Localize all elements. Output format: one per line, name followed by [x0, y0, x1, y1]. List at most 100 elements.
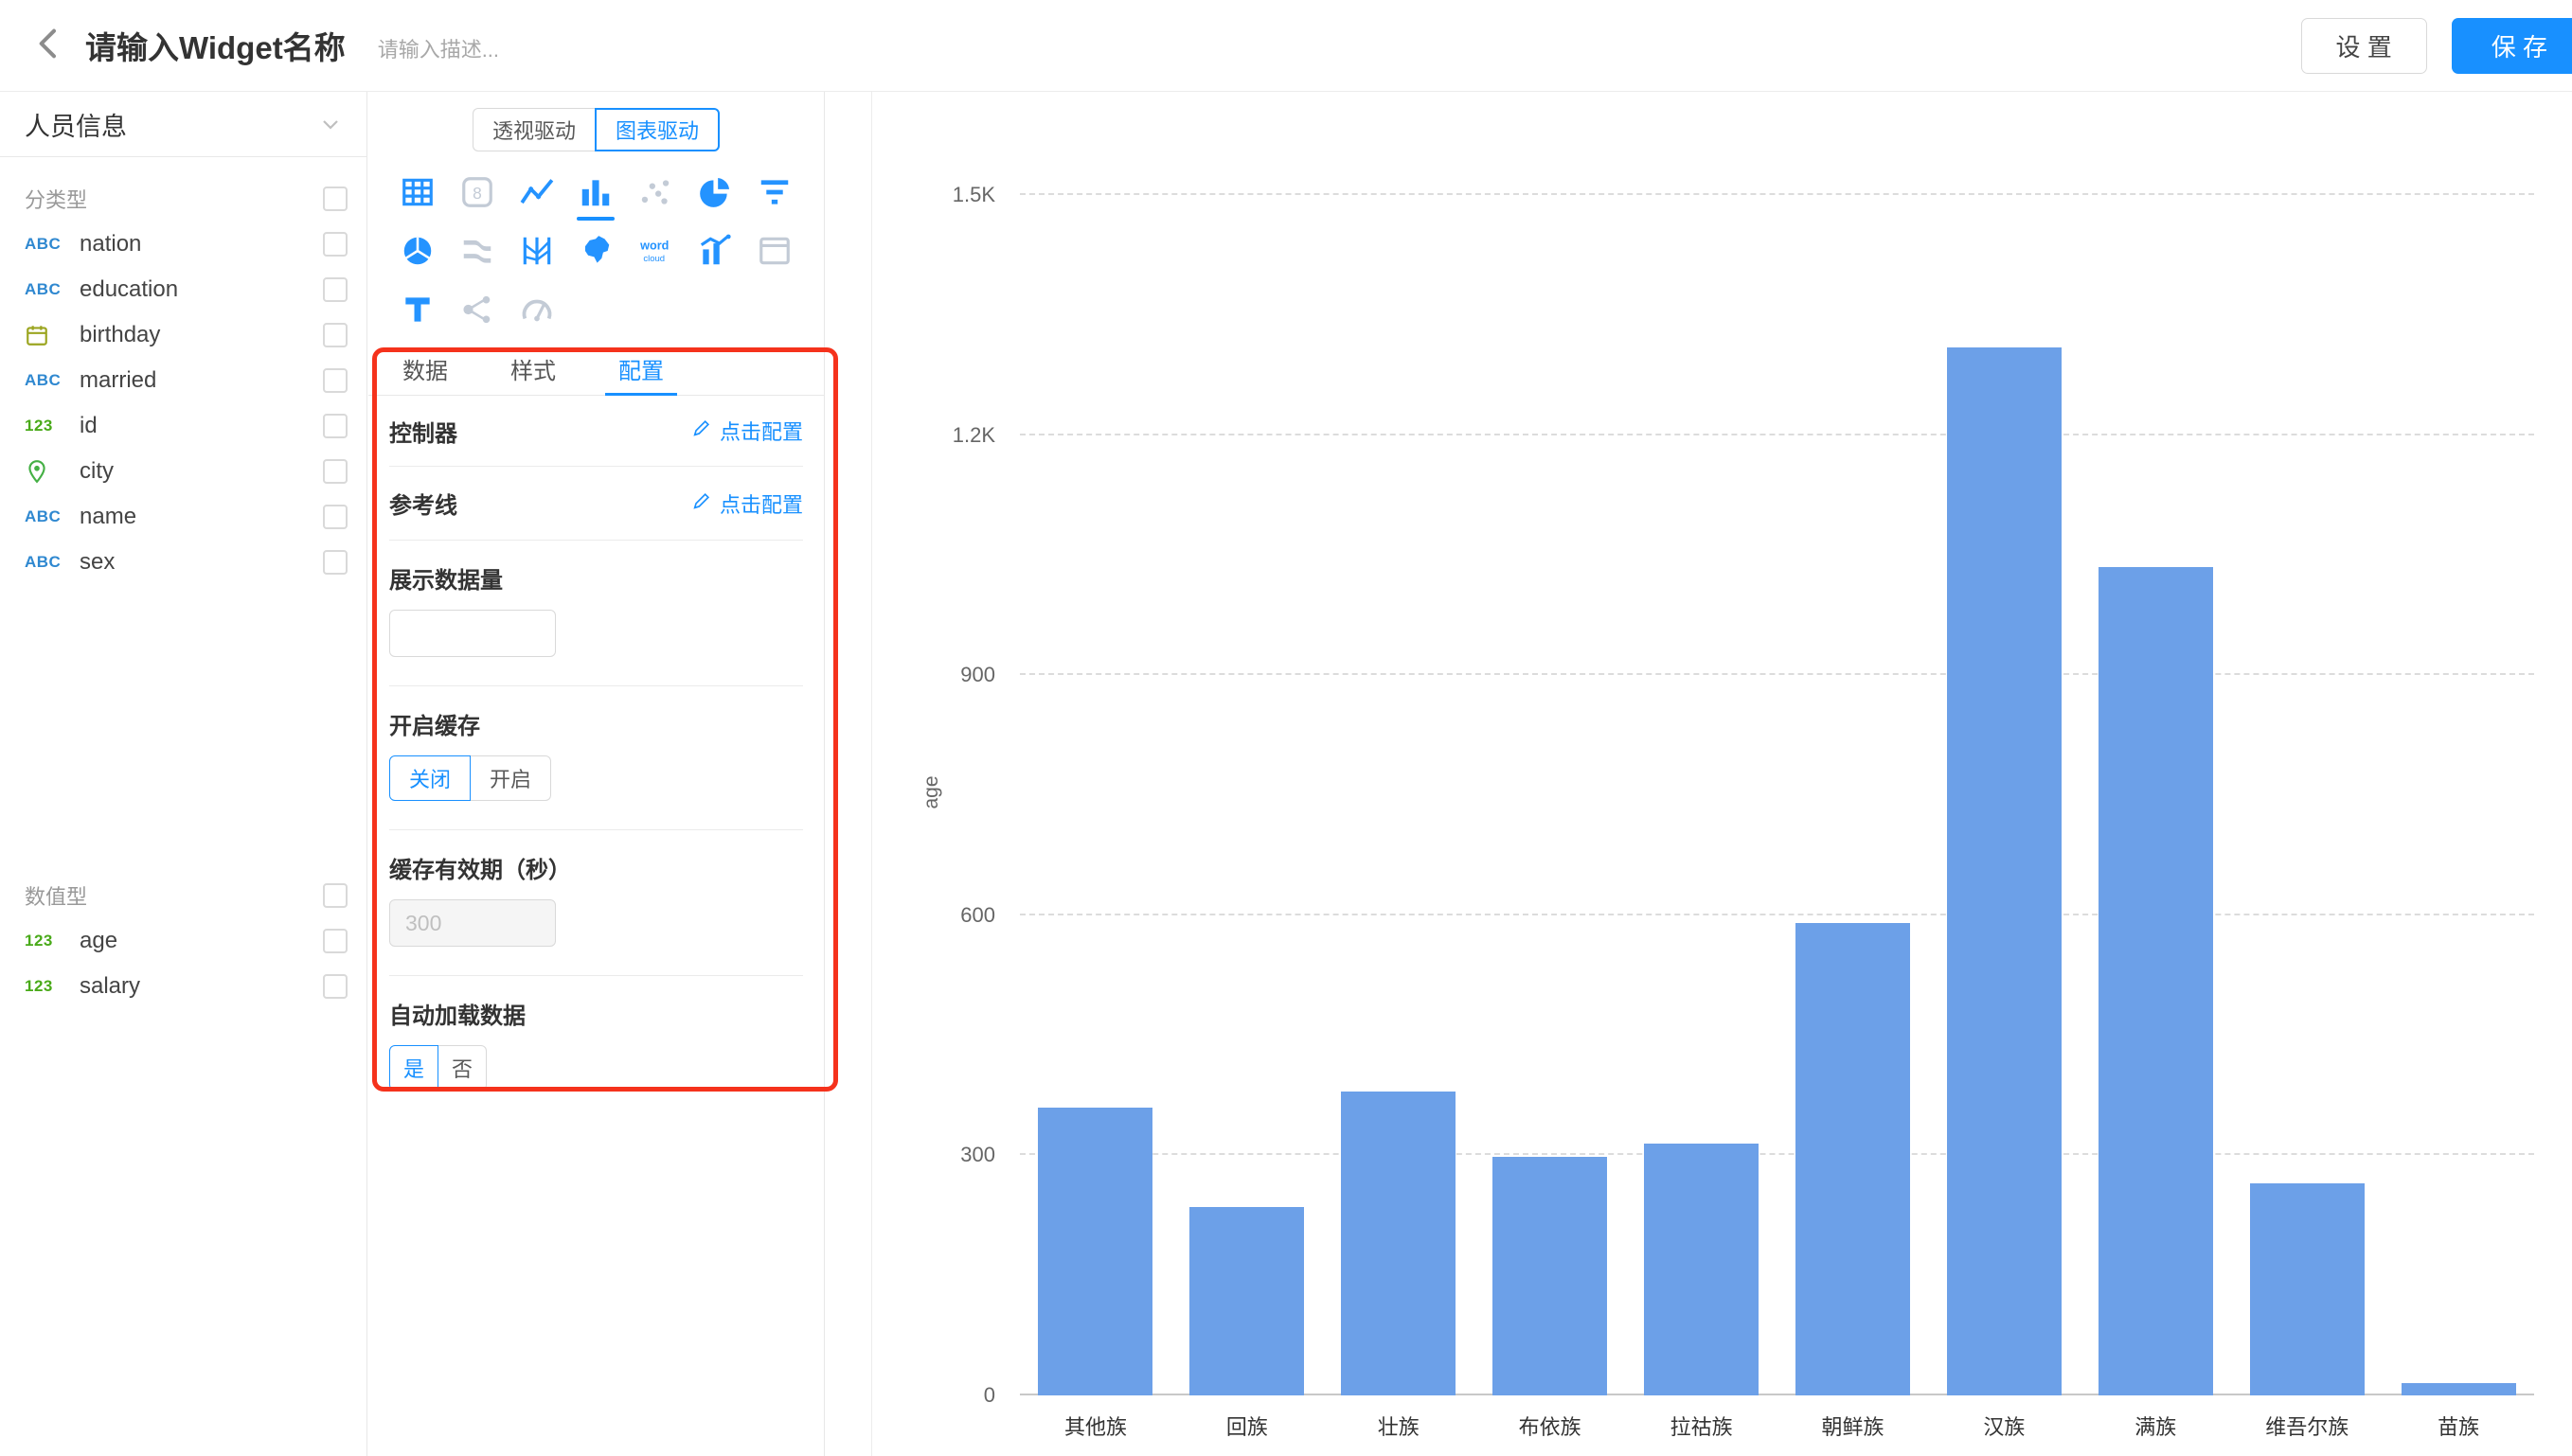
auto-load-yes-button[interactable]: 是	[389, 1045, 438, 1091]
sankey-chart-icon[interactable]	[455, 229, 499, 273]
field-row-city[interactable]: city	[25, 449, 348, 494]
controller-label: 控制器	[389, 415, 457, 448]
field-row-nation[interactable]: ABC nation	[25, 222, 348, 267]
display-limit-label: 展示数据量	[389, 561, 803, 595]
string-type-icon: ABC	[25, 280, 80, 299]
display-limit-section: 展示数据量	[389, 541, 803, 686]
y-tick-label: 1.2K	[953, 423, 995, 448]
field-checkbox[interactable]	[323, 974, 348, 999]
x-tick-label: 苗族	[2383, 1411, 2534, 1439]
field-checkbox[interactable]	[323, 550, 348, 575]
header-actions: 设 置 保 存	[2301, 18, 2572, 74]
field-row-name[interactable]: ABC name	[25, 494, 348, 540]
pivot-driven-button[interactable]: 透视驱动	[473, 108, 595, 151]
bar-满族[interactable]	[2099, 567, 2213, 1395]
section-checkbox[interactable]	[323, 883, 348, 908]
field-row-birthday[interactable]: birthday	[25, 312, 348, 358]
field-checkbox[interactable]	[323, 368, 348, 393]
tab-style[interactable]: 样式	[497, 343, 569, 395]
funnel-chart-icon[interactable]	[753, 170, 796, 214]
bar-chart-icon[interactable]	[574, 170, 617, 214]
cache-off-button[interactable]: 关闭	[389, 755, 471, 801]
scorecard-chart-icon[interactable]: 8	[455, 170, 499, 214]
bar-布依族[interactable]	[1492, 1157, 1607, 1395]
field-checkbox[interactable]	[323, 505, 348, 529]
iframe-chart-icon[interactable]	[753, 229, 796, 273]
parallel-chart-icon[interactable]	[515, 229, 559, 273]
display-limit-input[interactable]	[389, 610, 556, 657]
bar-slot	[1474, 195, 1626, 1395]
string-type-icon: ABC	[25, 371, 80, 390]
scatter-chart-icon[interactable]	[634, 170, 677, 214]
field-checkbox[interactable]	[323, 277, 348, 302]
chevron-down-icon[interactable]	[319, 113, 342, 135]
pie-chart-icon[interactable]	[693, 170, 737, 214]
dual-axis-chart-icon[interactable]	[693, 229, 737, 273]
field-row-id[interactable]: 123 id	[25, 403, 348, 449]
y-tick-label: 1.5K	[953, 183, 995, 207]
bar-回族[interactable]	[1189, 1207, 1304, 1395]
x-tick-label: 布依族	[1474, 1411, 1626, 1439]
bar-拉祜族[interactable]	[1644, 1144, 1759, 1395]
section-label: 数值型	[25, 880, 87, 911]
field-row-salary[interactable]: 123 salary	[25, 964, 348, 1009]
save-button[interactable]: 保 存	[2452, 18, 2572, 74]
chevron-left-icon	[30, 25, 68, 67]
section-checkbox[interactable]	[323, 186, 348, 211]
dataset-header[interactable]: 人员信息	[0, 92, 366, 157]
reference-line-configure-link[interactable]: 点击配置	[691, 488, 803, 519]
relation-chart-icon[interactable]	[455, 288, 499, 331]
chart-driven-button[interactable]: 图表驱动	[595, 108, 720, 151]
widget-description-input[interactable]: 请输入描述...	[378, 33, 499, 63]
bar-slot	[1928, 195, 2080, 1395]
bar-汉族[interactable]	[1947, 347, 2062, 1395]
bar-slot	[1171, 195, 1323, 1395]
rich-text-icon[interactable]	[396, 288, 439, 331]
field-row-married[interactable]: ABC married	[25, 358, 348, 403]
settings-button[interactable]: 设 置	[2301, 18, 2427, 74]
bar-苗族[interactable]	[2402, 1383, 2516, 1395]
line-chart-icon[interactable]	[515, 170, 559, 214]
svg-text:word: word	[640, 239, 670, 252]
x-axis-labels: 其他族回族壮族布依族拉祜族朝鲜族汉族满族维吾尔族苗族	[1020, 1411, 2534, 1439]
chart-config-panel: 透视驱动 图表驱动 8	[368, 92, 825, 1456]
field-checkbox[interactable]	[323, 414, 348, 438]
number-type-icon: 123	[25, 417, 80, 435]
cache-on-button[interactable]: 开启	[471, 755, 551, 801]
pencil-icon	[691, 417, 712, 444]
bar-朝鲜族[interactable]	[1795, 923, 1910, 1395]
field-checkbox[interactable]	[323, 232, 348, 257]
field-row-sex[interactable]: ABC sex	[25, 540, 348, 585]
gauge-chart-icon[interactable]	[515, 288, 559, 331]
map-chart-icon[interactable]	[574, 229, 617, 273]
tab-config[interactable]: 配置	[605, 343, 677, 395]
y-tick-label: 0	[984, 1383, 995, 1408]
location-icon	[25, 459, 80, 484]
field-name: married	[80, 367, 156, 394]
mode-toggle: 透视驱动 图表驱动	[368, 108, 824, 151]
controller-configure-link[interactable]: 点击配置	[691, 416, 803, 446]
bar-其他族[interactable]	[1038, 1108, 1152, 1395]
y-tick-label: 900	[960, 663, 995, 687]
reference-line-label: 参考线	[389, 487, 457, 520]
bar-壮族[interactable]	[1341, 1092, 1456, 1395]
svg-text:8: 8	[473, 184, 482, 203]
widget-name-input[interactable]: 请输入Widget名称	[85, 23, 346, 68]
field-checkbox[interactable]	[323, 459, 348, 484]
wordcloud-chart-icon[interactable]: wordcloud	[634, 229, 677, 273]
field-checkbox[interactable]	[323, 929, 348, 953]
string-type-icon: ABC	[25, 235, 80, 254]
field-checkbox[interactable]	[323, 323, 348, 347]
field-row-age[interactable]: 123 age	[25, 918, 348, 964]
field-name: salary	[80, 973, 140, 1000]
tab-data[interactable]: 数据	[389, 343, 461, 395]
bar-维吾尔族[interactable]	[2250, 1183, 2365, 1395]
back-button[interactable]	[28, 25, 70, 66]
field-list: 分类型 ABC nation ABC education birthday AB…	[0, 157, 366, 1009]
field-row-education[interactable]: ABC education	[25, 267, 348, 312]
x-tick-label: 拉祜族	[1626, 1411, 1777, 1439]
table-chart-icon[interactable]	[396, 170, 439, 214]
auto-load-no-button[interactable]: 否	[438, 1045, 487, 1091]
field-name: city	[80, 458, 114, 485]
radar-chart-icon[interactable]	[396, 229, 439, 273]
